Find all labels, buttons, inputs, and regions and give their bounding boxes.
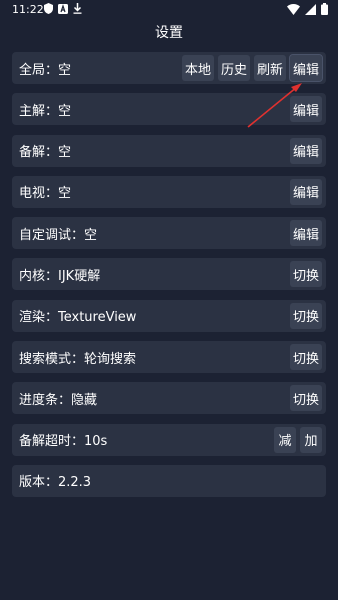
download-icon	[73, 3, 82, 14]
setting-buttons-custom-debug: 编辑	[289, 220, 322, 247]
status-bar: 11:22	[0, 0, 338, 20]
setting-row-render: 渲染：TextureView 切换	[12, 299, 326, 332]
setting-row-global: 全局：空 本地 历史 刷新 编辑	[12, 52, 326, 84]
setting-buttons-progress-bar: 切换	[289, 385, 322, 412]
setting-label-main-parser: 主解：空	[19, 103, 72, 119]
setting-buttons-backup-timeout: 减 加	[274, 426, 322, 453]
setting-buttons-search-mode: 切换	[289, 344, 322, 371]
setting-label-backup-timeout: 备解超时：10s	[19, 434, 108, 450]
edit-main-parser-button[interactable]: 编辑	[289, 96, 322, 123]
battery-icon	[321, 3, 328, 15]
history-button[interactable]: 历史	[217, 55, 250, 81]
setting-label-custom-debug: 自定调试：空	[19, 227, 98, 243]
setting-buttons-backup-parser: 编辑	[289, 137, 322, 164]
switch-search-mode-button[interactable]: 切换	[289, 344, 322, 371]
setting-row-backup-parser: 备解：空 编辑	[12, 134, 326, 167]
setting-buttons-tv: 编辑	[289, 178, 322, 205]
setting-label-render: 渲染：TextureView	[19, 310, 137, 326]
page-title: 设置	[155, 25, 183, 41]
setting-label-backup-parser: 备解：空	[19, 145, 72, 161]
switch-kernel-button[interactable]: 切换	[289, 261, 322, 288]
setting-row-kernel: 内核：IJK硬解 切换	[12, 258, 326, 291]
edit-custom-debug-button[interactable]: 编辑	[289, 220, 322, 247]
setting-label-global: 全局：空	[19, 62, 72, 78]
setting-row-main-parser: 主解：空 编辑	[12, 93, 326, 126]
setting-row-version: 版本：2.2.3	[12, 464, 326, 497]
edit-backup-parser-button[interactable]: 编辑	[289, 137, 322, 164]
decrease-timeout-button[interactable]: 减	[274, 426, 296, 453]
setting-row-backup-timeout: 备解超时：10s 减 加	[12, 423, 326, 456]
edit-tv-button[interactable]: 编辑	[289, 178, 322, 205]
increase-timeout-button[interactable]: 加	[300, 426, 322, 453]
refresh-button[interactable]: 刷新	[253, 55, 286, 81]
setting-label-version: 版本：2.2.3	[19, 475, 92, 491]
setting-row-progress-bar: 进度条：隐藏 切换	[12, 382, 326, 415]
setting-label-kernel: 内核：IJK硬解	[19, 268, 101, 284]
setting-buttons-main-parser: 编辑	[289, 96, 322, 123]
status-left-icons	[44, 3, 82, 14]
status-right-icons	[287, 3, 328, 15]
status-time: 11:22	[12, 3, 44, 16]
edit-global-button[interactable]: 编辑	[288, 54, 324, 82]
setting-buttons-kernel: 切换	[289, 261, 322, 288]
local-button[interactable]: 本地	[181, 55, 214, 81]
setting-row-tv: 电视：空 编辑	[12, 175, 326, 208]
setting-row-search-mode: 搜索模式：轮询搜索 切换	[12, 341, 326, 374]
signal-icon	[305, 3, 316, 15]
setting-buttons-render: 切换	[289, 302, 322, 329]
shield-icon	[44, 3, 53, 14]
setting-label-progress-bar: 进度条：隐藏	[19, 392, 98, 408]
setting-label-tv: 电视：空	[19, 186, 72, 202]
switch-progress-bar-button[interactable]: 切换	[289, 385, 322, 412]
a-box-icon	[58, 3, 68, 14]
wifi-icon	[287, 3, 300, 15]
setting-buttons-global: 本地 历史 刷新 编辑	[181, 54, 324, 82]
setting-row-custom-debug: 自定调试：空 编辑	[12, 217, 326, 250]
switch-render-button[interactable]: 切换	[289, 302, 322, 329]
setting-label-search-mode: 搜索模式：轮询搜索	[19, 351, 137, 367]
settings-list: 全局：空 本地 历史 刷新 编辑 主解：空 编辑 备解：空 编辑 电视：空 编辑…	[12, 52, 326, 506]
